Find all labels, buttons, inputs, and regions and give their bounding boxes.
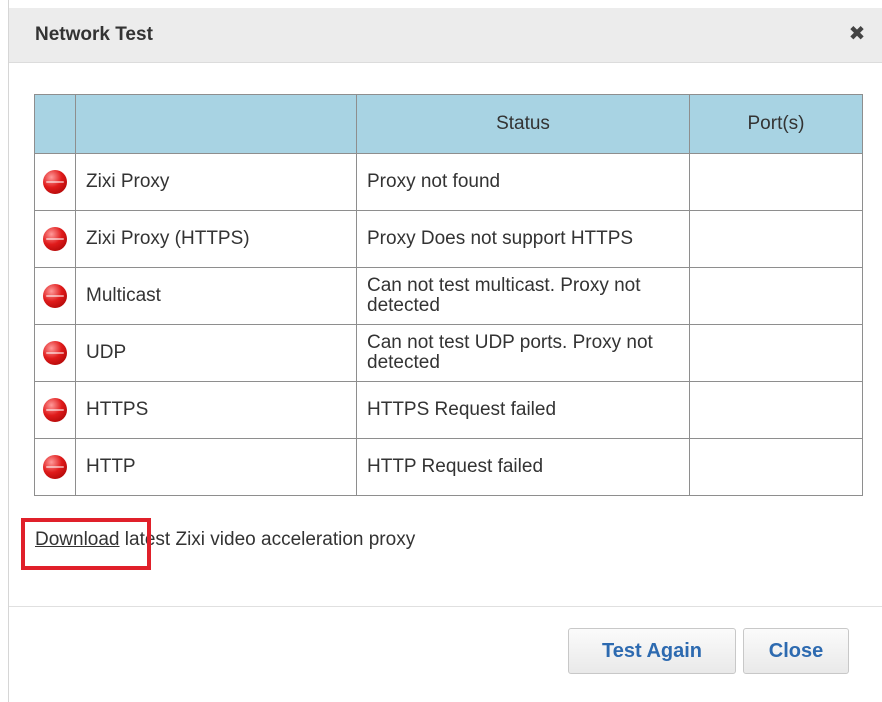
test-ports — [689, 438, 863, 496]
download-highlight — [21, 518, 151, 570]
status-icon-cell — [34, 324, 76, 382]
test-name: HTTPS — [75, 381, 357, 439]
test-name: UDP — [75, 324, 357, 382]
test-ports — [689, 267, 863, 325]
table-header-row: Status Port(s) — [34, 94, 863, 154]
test-status: HTTP Request failed — [356, 438, 690, 496]
table-row: Zixi Proxy Proxy not found — [34, 153, 863, 211]
close-icon[interactable]: ✖ — [845, 22, 869, 46]
error-status-icon — [43, 170, 67, 194]
table-row: HTTPS HTTPS Request failed — [34, 381, 863, 439]
status-icon-cell — [34, 267, 76, 325]
test-status: HTTPS Request failed — [356, 381, 690, 439]
dialog-title: Network Test — [35, 24, 153, 45]
status-icon-cell — [34, 210, 76, 268]
close-button[interactable]: Close — [743, 628, 849, 674]
table-row: Zixi Proxy (HTTPS) Proxy Does not suppor… — [34, 210, 863, 268]
test-name: Zixi Proxy — [75, 153, 357, 211]
status-icon-cell — [34, 381, 76, 439]
test-again-button[interactable]: Test Again — [568, 628, 736, 674]
header-icon — [34, 94, 76, 154]
test-name: Multicast — [75, 267, 357, 325]
test-name: HTTP — [75, 438, 357, 496]
error-status-icon — [43, 455, 67, 479]
table-row: Multicast Can not test multicast. Proxy … — [34, 267, 863, 325]
table-row: UDP Can not test UDP ports. Proxy not de… — [34, 324, 863, 382]
header-status: Status — [356, 94, 690, 154]
dialog-titlebar[interactable]: Network Test ✖ — [9, 8, 882, 63]
error-status-icon — [43, 341, 67, 365]
status-icon-cell — [34, 438, 76, 496]
test-ports — [689, 381, 863, 439]
test-status: Can not test UDP ports. Proxy not detect… — [356, 324, 690, 382]
error-status-icon — [43, 284, 67, 308]
test-ports — [689, 324, 863, 382]
header-name — [75, 94, 357, 154]
test-ports — [689, 153, 863, 211]
table-row: HTTP HTTP Request failed — [34, 438, 863, 496]
status-icon-cell — [34, 153, 76, 211]
test-ports — [689, 210, 863, 268]
page: Network Test ✖ Status Port(s) Zixi Proxy… — [0, 0, 882, 702]
download-description: latest Zixi video acceleration proxy — [124, 529, 416, 550]
header-ports: Port(s) — [689, 94, 863, 154]
footer-divider — [9, 606, 882, 607]
error-status-icon — [43, 398, 67, 422]
test-status: Can not test multicast. Proxy not detect… — [356, 267, 690, 325]
error-status-icon — [43, 227, 67, 251]
network-test-table: Status Port(s) Zixi Proxy Proxy not foun… — [34, 94, 863, 496]
network-test-dialog: Network Test ✖ Status Port(s) Zixi Proxy… — [8, 0, 882, 702]
test-status: Proxy not found — [356, 153, 690, 211]
test-name: Zixi Proxy (HTTPS) — [75, 210, 357, 268]
test-status: Proxy Does not support HTTPS — [356, 210, 690, 268]
